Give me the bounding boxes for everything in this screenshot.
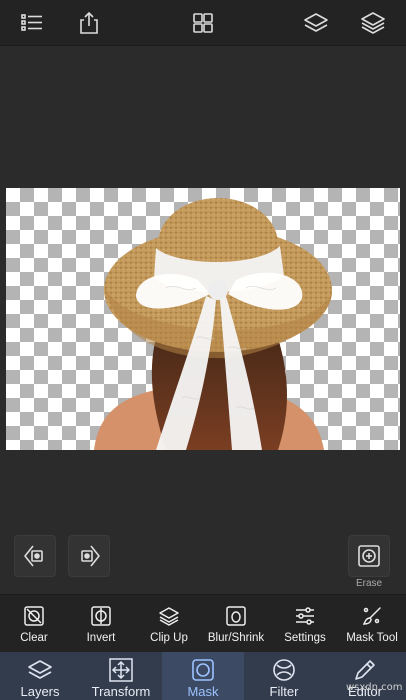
layers-stack-icon (361, 12, 385, 34)
canvas-area[interactable] (0, 46, 406, 594)
clip-up-tool[interactable]: Clip Up (138, 595, 200, 653)
blur-shrink-tool[interactable]: Blur/Shrink (200, 595, 272, 653)
erase-plus-icon (358, 545, 380, 567)
tab-layers[interactable]: Layers (0, 652, 80, 700)
settings-label: Settings (284, 632, 326, 644)
grid-icon (193, 13, 213, 33)
layers-icon (304, 13, 328, 32)
clear-label: Clear (20, 632, 48, 644)
layers-tab-icon (28, 660, 52, 679)
tab-transform[interactable]: Transform (80, 652, 162, 700)
previous-button[interactable] (14, 535, 56, 577)
tab-mask[interactable]: Mask (162, 652, 244, 700)
pencil-icon (355, 660, 375, 680)
layers-button[interactable] (298, 6, 334, 40)
list-icon (21, 14, 42, 31)
invert-tool[interactable]: Invert (70, 595, 132, 653)
mask-icon (192, 659, 214, 681)
invert-label: Invert (86, 632, 116, 644)
clear-tool[interactable]: Clear (2, 595, 66, 653)
settings-tool[interactable]: Settings (276, 595, 334, 653)
hat-woman-image (94, 198, 332, 450)
tab-filter[interactable]: Filter (244, 652, 324, 700)
erase-button[interactable] (348, 535, 390, 577)
tab-mask-label: Mask (187, 684, 219, 699)
masked-photo[interactable] (6, 188, 400, 450)
clip-up-label: Clip Up (150, 632, 188, 644)
tab-filter-label: Filter (269, 684, 299, 699)
blur-shrink-label: Blur/Shrink (207, 632, 265, 644)
mask-tool[interactable]: Mask Tool (340, 595, 404, 653)
arrow-left-icon (24, 545, 43, 567)
clear-icon (24, 606, 44, 626)
arrow-right-icon (81, 545, 100, 567)
list-button[interactable] (14, 6, 50, 40)
share-button[interactable] (71, 6, 107, 40)
tab-layers-label: Layers (20, 684, 60, 699)
share-icon (80, 11, 98, 34)
clip-up-icon (159, 607, 179, 626)
grid-button[interactable] (185, 6, 221, 40)
top-toolbar (0, 0, 406, 46)
mask-tool-label: Mask Tool (346, 632, 398, 644)
layers-stack-button[interactable] (355, 6, 391, 40)
mask-tool-icon (362, 607, 381, 625)
filter-icon (273, 659, 295, 681)
settings-icon (296, 607, 314, 625)
transform-icon (109, 658, 133, 682)
watermark: wsxdn.com (346, 682, 403, 693)
erase-label: Erase (355, 578, 383, 589)
tab-transform-label: Transform (91, 684, 151, 699)
invert-icon (91, 606, 111, 626)
mask-tools-row: Clear Invert Clip Up Blur/Shrink Setting… (0, 594, 406, 652)
next-button[interactable] (68, 535, 110, 577)
blur-shrink-icon (226, 606, 246, 626)
